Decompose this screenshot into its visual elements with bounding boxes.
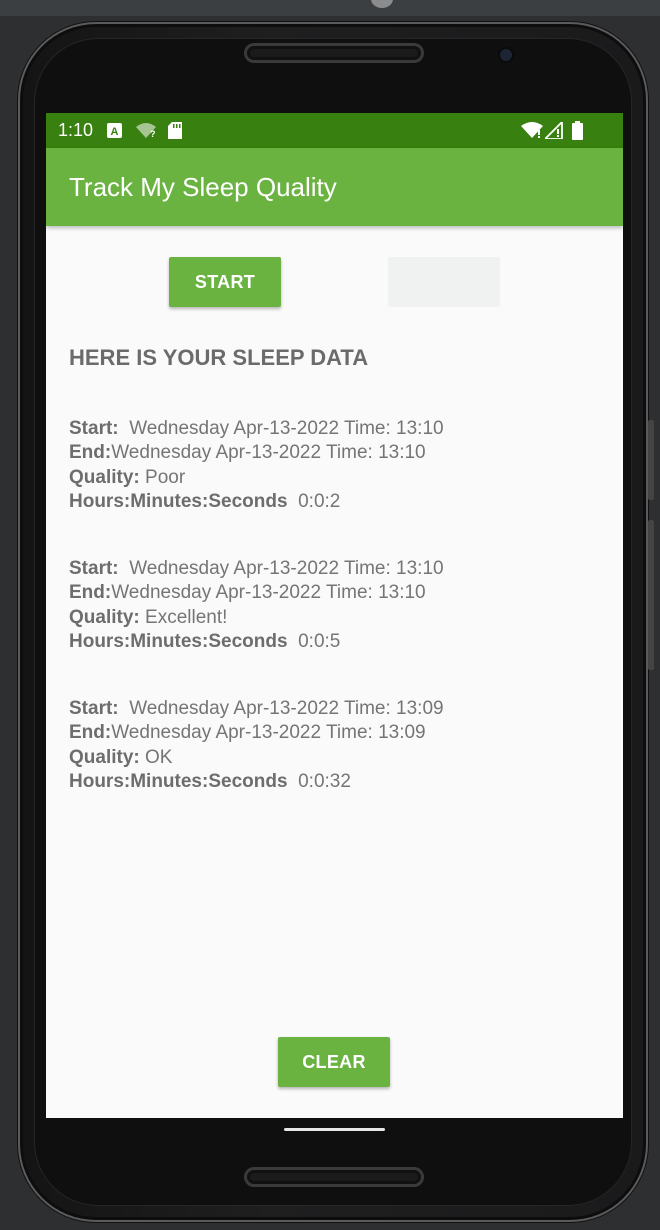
sleep-record-2: Start: Wednesday Apr-13-2022 Time: 13:10… (69, 557, 609, 654)
end-value: Wednesday Apr-13-2022 Time: 13:10 (111, 582, 426, 603)
start-value: Wednesday Apr-13-2022 Time: 13:10 (129, 558, 444, 579)
emulator-indicator (371, 0, 393, 8)
start-label: Start: (69, 698, 119, 719)
svg-text:A: A (111, 126, 119, 138)
duration-label: Hours:Minutes:Seconds (69, 491, 288, 512)
sleep-record-3: Start: Wednesday Apr-13-2022 Time: 13:09… (69, 697, 609, 794)
status-time: 1:10 (58, 120, 94, 140)
end-value: Wednesday Apr-13-2022 Time: 13:09 (111, 722, 426, 743)
start-button[interactable]: START (169, 257, 281, 307)
svg-text:?: ? (150, 129, 156, 139)
sleep-record-1: Start: Wednesday Apr-13-2022 Time: 13:10… (69, 417, 609, 514)
wifi-icon (521, 122, 543, 143)
quality-value: Excellent! (145, 607, 228, 628)
sleep-data-heading: HERE IS YOUR SLEEP DATA (69, 345, 369, 370)
app-bar: Track My Sleep Quality (46, 148, 623, 226)
quality-label: Quality: (69, 467, 140, 488)
a-notification-icon: A (107, 122, 122, 143)
end-line: End:Wednesday Apr-13-2022 Time: 13:10 (69, 441, 609, 465)
quality-line: Quality: OK (69, 746, 609, 770)
quality-value: OK (145, 747, 173, 768)
clear-button[interactable]: CLEAR (278, 1037, 390, 1087)
end-value: Wednesday Apr-13-2022 Time: 13:10 (111, 442, 426, 463)
bottom-speaker-grille (244, 1167, 424, 1187)
home-gesture-handle[interactable] (284, 1128, 385, 1131)
start-line: Start: Wednesday Apr-13-2022 Time: 13:09 (69, 697, 609, 721)
top-speaker-grille (244, 43, 424, 63)
battery-icon (572, 121, 583, 145)
sd-card-icon (168, 122, 182, 144)
app-title: Track My Sleep Quality (69, 172, 337, 202)
power-button[interactable] (648, 420, 654, 500)
status-bar: 1:10 A ? (46, 113, 623, 148)
end-label: End: (69, 722, 112, 743)
duration-value: 0:0:5 (298, 631, 341, 652)
volume-button[interactable] (648, 520, 654, 670)
end-label: End: (69, 582, 112, 603)
quality-line: Quality: Poor (69, 466, 609, 490)
device-screen: 1:10 A ? Track My Sleep Quality START HE… (46, 113, 623, 1118)
signal-icon (542, 119, 563, 144)
start-line: Start: Wednesday Apr-13-2022 Time: 13:10 (69, 417, 609, 441)
start-label: Start: (69, 418, 119, 439)
end-label: End: (69, 442, 112, 463)
end-line: End:Wednesday Apr-13-2022 Time: 13:09 (69, 721, 609, 745)
emulator-top-bar (0, 0, 660, 16)
start-label: Start: (69, 558, 119, 579)
start-line: Start: Wednesday Apr-13-2022 Time: 13:10 (69, 557, 609, 581)
duration-line: Hours:Minutes:Seconds 0:0:2 (69, 490, 609, 514)
quality-value: Poor (145, 467, 186, 488)
navigation-bar (46, 1118, 623, 1140)
duration-line: Hours:Minutes:Seconds 0:0:32 (69, 770, 609, 794)
start-value: Wednesday Apr-13-2022 Time: 13:09 (129, 698, 444, 719)
stop-button-disabled (388, 257, 500, 307)
wifi-question-icon: ? (135, 121, 157, 144)
quality-label: Quality: (69, 607, 140, 628)
front-camera (500, 49, 512, 61)
quality-label: Quality: (69, 747, 140, 768)
quality-line: Quality: Excellent! (69, 606, 609, 630)
duration-label: Hours:Minutes:Seconds (69, 631, 288, 652)
duration-line: Hours:Minutes:Seconds 0:0:5 (69, 630, 609, 654)
duration-value: 0:0:2 (298, 491, 341, 512)
end-line: End:Wednesday Apr-13-2022 Time: 13:10 (69, 581, 609, 605)
duration-value: 0:0:32 (298, 771, 351, 792)
duration-label: Hours:Minutes:Seconds (69, 771, 288, 792)
start-value: Wednesday Apr-13-2022 Time: 13:10 (129, 418, 444, 439)
